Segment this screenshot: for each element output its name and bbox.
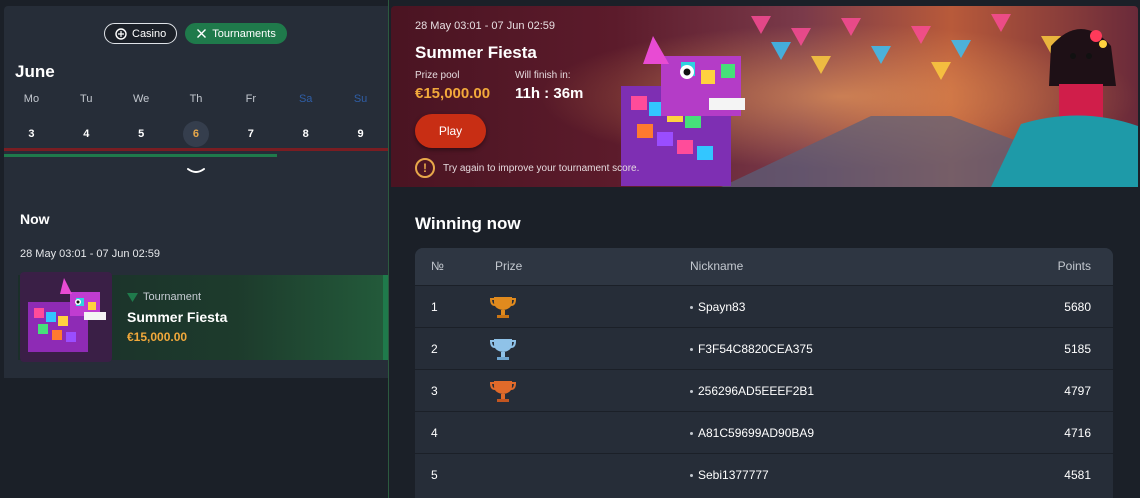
leaderboard-title: Winning now [415,214,521,233]
tournaments-filter-chip[interactable]: Tournaments [185,23,287,44]
row-points: 4581 [1064,468,1091,482]
weekday-label: Mo [23,93,40,105]
weekday-label: Sa [298,93,313,105]
header-points: Points [1057,259,1091,273]
row-rank: 3 [431,384,438,398]
calendar-day-wed[interactable]: We 5 [114,88,169,147]
prize-pool-value: €15,000.00 [415,85,491,102]
hero-title: Summer Fiesta [415,43,537,62]
info-text: Try again to improve your tournament sco… [443,162,640,174]
bullet-dot [690,305,693,309]
now-heading: Now [20,211,50,227]
right-panel: 28 May 03:01 - 07 Jun 02:59 Summer Fiest… [389,0,1140,498]
left-panel: Casino Tournaments June Mo 3 Tu 4 We 5 T… [0,0,389,498]
tournament-type-text: Tournament [143,291,202,303]
nickname-text: F3F54C8820CEA375 [698,342,813,356]
tournament-card[interactable]: Tournament Summer Fiesta €15,000.00 [18,272,388,362]
silver-trophy-icon [489,339,517,360]
bullet-dot [690,431,693,435]
weekday-label: Fr [245,93,257,105]
row-rank: 2 [431,342,438,356]
table-row: 5 Sebi1377777 4581 [415,453,1113,495]
calendar-widget: Casino Tournaments June Mo 3 Tu 4 We 5 T… [4,6,388,193]
chevron-down-icon[interactable] [185,164,207,178]
timeline-bar-green [4,154,277,157]
nickname-text: Sebi1377777 [698,468,769,482]
pinata-thumbnail [20,272,112,362]
calendar-day-fri[interactable]: Fr 7 [223,88,278,147]
row-rank: 5 [431,468,438,482]
header-prize: Prize [495,259,523,273]
bullet-dot [690,389,693,393]
row-nickname: Sebi1377777 [690,468,769,482]
casino-chip-label: Casino [132,27,167,40]
calendar-month: June [15,62,55,81]
row-points: 4797 [1064,384,1091,398]
nickname-text: 256296AD5EEEF2B1 [698,384,815,398]
day-number: 5 [138,128,145,140]
day-number: 8 [302,128,309,140]
row-nickname: F3F54C8820CEA375 [690,342,813,356]
header-nickname: Nickname [690,259,744,273]
tournament-gem-icon [127,292,138,302]
tournament-name: Summer Fiesta [127,309,228,325]
row-points: 4716 [1064,426,1091,440]
calendar-day-thu[interactable]: Th 6 [169,88,224,147]
row-rank: 4 [431,426,438,440]
table-row: 3 256296AD5EEEF2B1 4797 [415,369,1113,411]
nickname-text: Spayn83 [698,300,746,314]
now-panel: Now 28 May 03:01 - 07 Jun 02:59 Tourname… [4,193,388,378]
casino-chip-icon [115,27,127,40]
table-header: № Prize Nickname Points [415,248,1113,285]
table-row: 1 Spayn83 5680 [415,285,1113,327]
weekday-label: Tu [80,93,93,105]
calendar-day-sat[interactable]: Sa 8 [278,88,333,147]
info-warning-icon: ! [415,158,435,178]
hero-dates: 28 May 03:01 - 07 Jun 02:59 [415,20,556,32]
tournament-prize: €15,000.00 [127,330,188,344]
info-message: ! Try again to improve your tournament s… [415,158,639,178]
weekday-label: We [132,93,150,105]
day-number: 7 [247,128,254,140]
finish-label: Will finish in: [515,70,571,81]
day-number: 4 [83,128,90,140]
tournament-type-label: Tournament [127,291,201,303]
row-nickname: 256296AD5EEEF2B1 [690,384,814,398]
header-no: № [431,259,444,273]
finish-countdown: 11h : 36m [515,85,584,102]
row-nickname: A81C59699AD90BA9 [690,426,814,440]
bullet-dot [690,473,693,477]
close-icon[interactable] [196,28,207,39]
row-points: 5680 [1064,300,1091,314]
bronze-trophy-icon [489,381,517,402]
gold-trophy-icon [489,297,517,318]
calendar-days: Mo 3 Tu 4 We 5 Th 6 Fr 7 Sa 8 Su 9 [4,88,388,147]
filter-chips: Casino Tournaments [104,23,287,44]
weekday-label: Th [189,93,203,105]
table-row: 2 F3F54C8820CEA375 5185 [415,327,1113,369]
timeline-bar-red [4,148,388,151]
row-points: 5185 [1064,342,1091,356]
calendar-day-mon[interactable]: Mo 3 [4,88,59,147]
nickname-text: A81C59699AD90BA9 [698,426,815,440]
table-row: 4 A81C59699AD90BA9 4716 [415,411,1113,453]
tournament-hero-banner: 28 May 03:01 - 07 Jun 02:59 Summer Fiest… [391,6,1138,187]
row-rank: 1 [431,300,438,314]
day-number: 3 [28,128,35,140]
calendar-day-sun[interactable]: Su 9 [333,88,388,147]
tournaments-chip-label: Tournaments [212,27,276,40]
day-number: 9 [357,128,364,140]
today-badge: 6 [182,121,209,147]
prize-pool-label: Prize pool [415,70,460,81]
day-number-today: 6 [169,121,224,147]
row-nickname: Spayn83 [690,300,745,314]
bullet-dot [690,347,693,351]
play-button[interactable]: Play [415,114,486,148]
now-dates: 28 May 03:01 - 07 Jun 02:59 [20,248,161,260]
calendar-day-tue[interactable]: Tu 4 [59,88,114,147]
leaderboard-table: № Prize Nickname Points 1 Spayn83 5680 2… [415,248,1113,498]
casino-filter-chip[interactable]: Casino [104,23,178,44]
weekday-label: Su [353,93,368,105]
